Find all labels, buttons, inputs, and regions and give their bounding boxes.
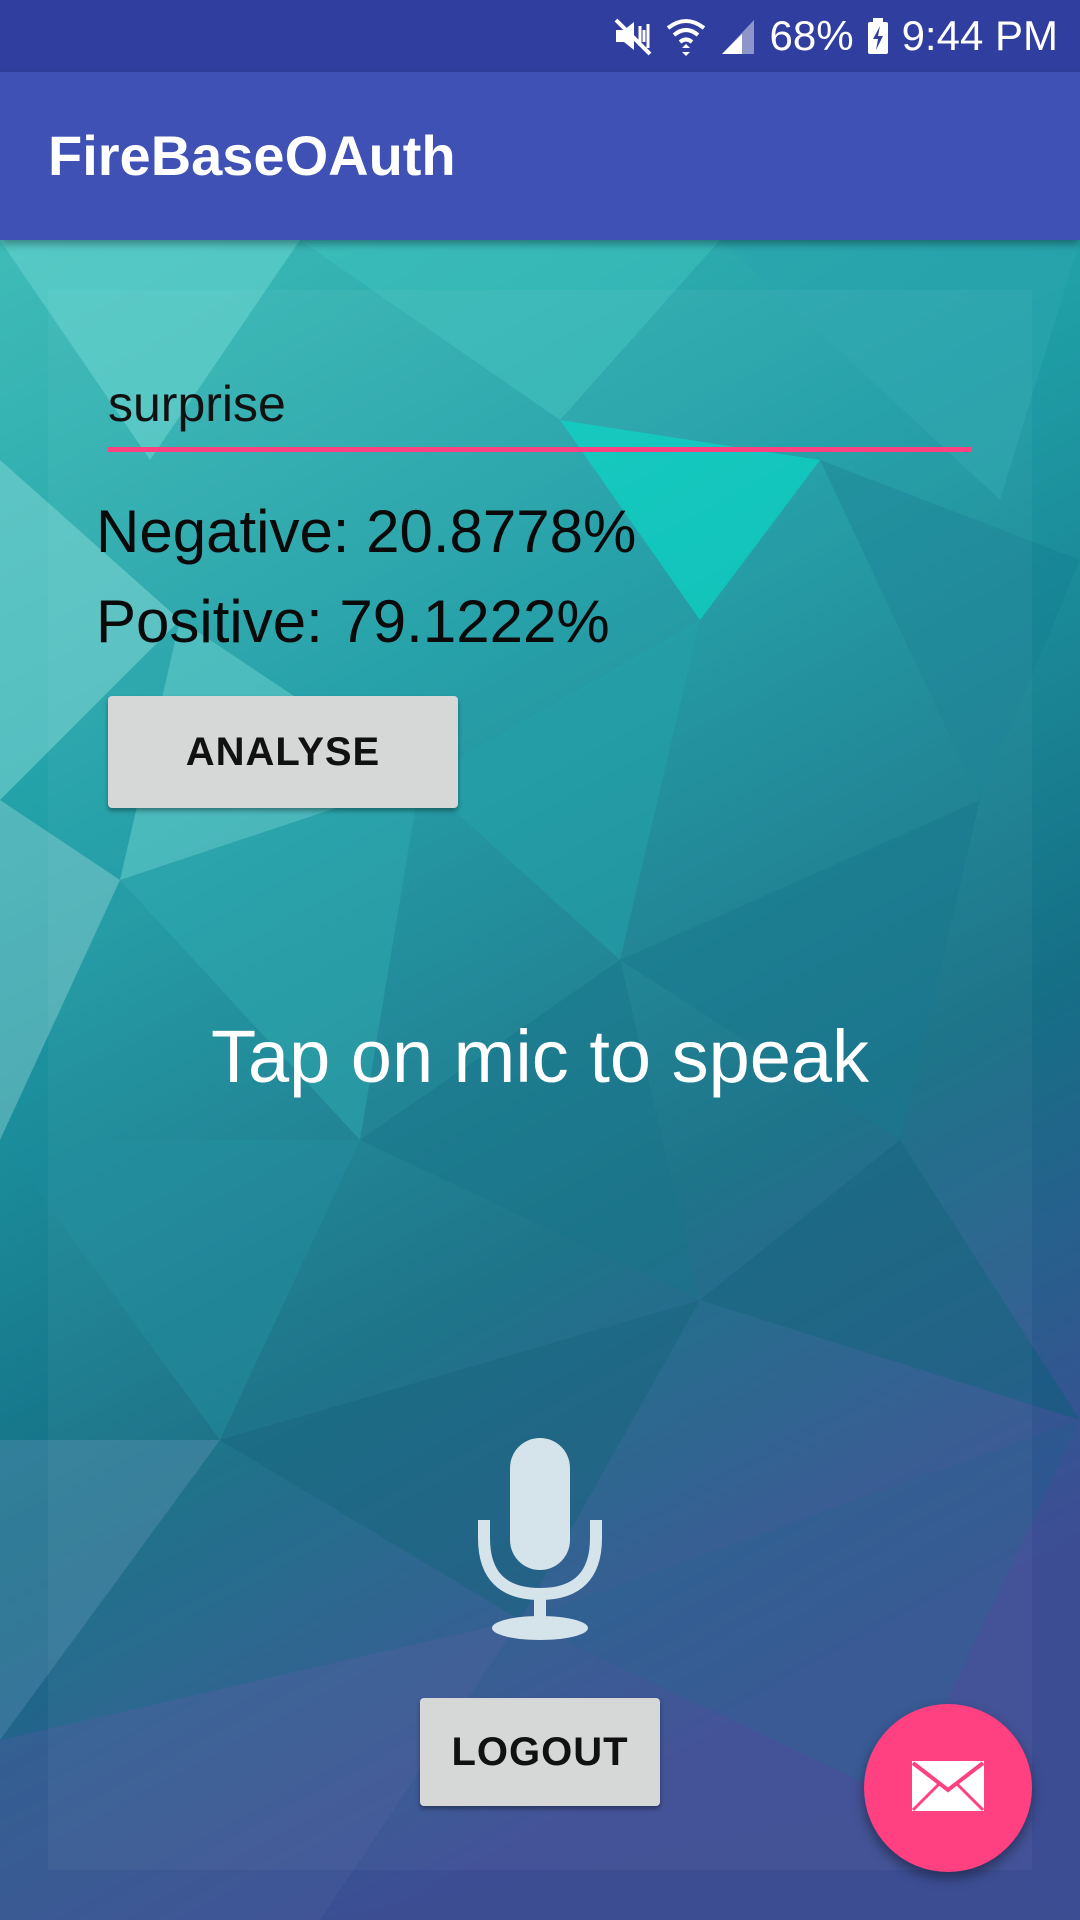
wifi-icon: [666, 14, 706, 58]
mail-icon: [911, 1760, 985, 1817]
mail-fab-button[interactable]: [864, 1704, 1032, 1872]
status-bar: 68% 9:44 PM: [0, 0, 1080, 72]
clock: 9:44 PM: [901, 12, 1058, 59]
analyse-button[interactable]: ANALYSE: [108, 696, 458, 808]
battery-percent: 68%: [769, 12, 854, 59]
negative-score: Negative: 20.8778%: [96, 498, 637, 565]
battery-charging-icon: [866, 14, 890, 58]
app-title: FireBaseOAuth: [48, 124, 456, 187]
microphone-icon[interactable]: [474, 1438, 606, 1640]
positive-score: Positive: 79.1222%: [96, 588, 610, 655]
text-input[interactable]: [108, 370, 972, 452]
signal-icon: [718, 14, 758, 58]
mute-vibrate-icon: [610, 14, 654, 58]
hint-text: Tap on mic to speak: [210, 1015, 870, 1098]
logout-button[interactable]: LOGOUT: [420, 1698, 660, 1806]
app-bar: FireBaseOAuth: [0, 72, 1080, 240]
status-icons: 68% 9:44 PM: [610, 0, 1058, 72]
